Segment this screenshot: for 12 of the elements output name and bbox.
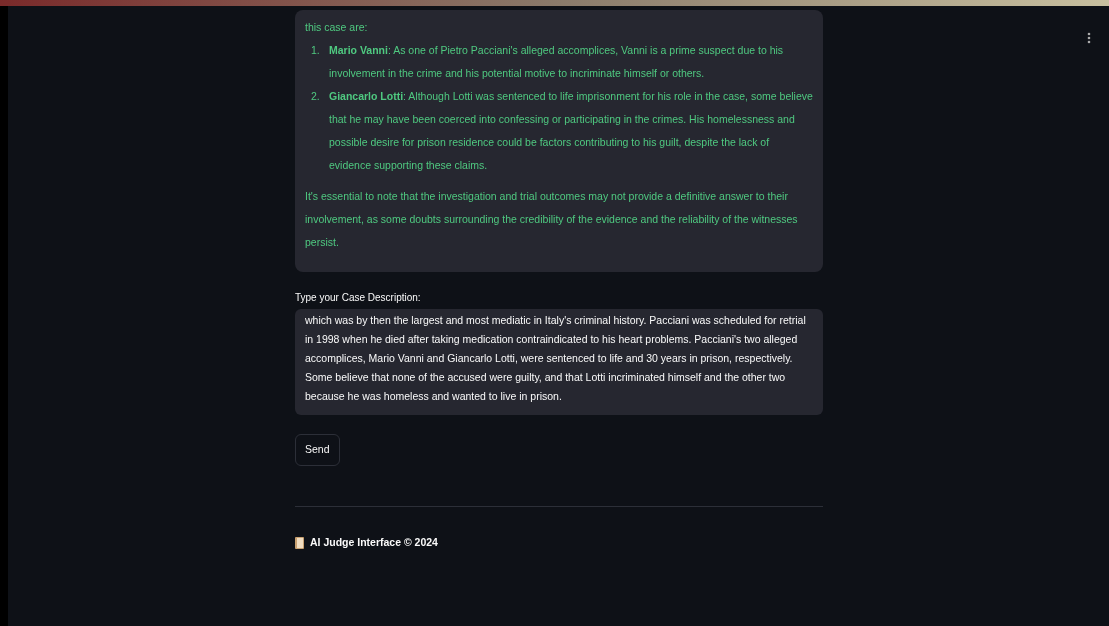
response-text: this case are:	[305, 20, 369, 35]
input-label: Type your Case Description:	[295, 291, 422, 305]
send-button[interactable]: Send	[295, 434, 340, 466]
list-number: 2.	[311, 89, 321, 104]
footer-text: AI Judge Interface © 2024	[310, 534, 438, 550]
response-text: It's essential to note that the investigation and trial outcomes may not provide a definitive answer to their involvement, as some doubts surrounding the credibility of the evidence and the reliability of the witnesses persist.	[305, 189, 799, 250]
book-icon	[295, 536, 304, 549]
list-item: Mario Vanni: As one of Pietro Pacciani's alleged accomplices, Vanni is a prime suspect due to his involvement in the crime and his potential motive to incriminate himself or others.	[329, 43, 785, 81]
list-number: 1.	[311, 43, 321, 58]
menu-icon[interactable]	[1087, 32, 1091, 44]
case-description-field[interactable]: which was by then the largest and most mediatic in Italy's criminal history. Pacciani was scheduled for retrial in 1998 when he died after taking medication contraindicated to his heart problems. Pacciani's two alleged accomplices, Mario Vanni and Giancarlo Lotti, were sentenced to life and 30 years in prison, respectively. Some believe that none of the accused were guilty, and that Lotti incriminated himself and the other two because he was homeless and wanted to live in prison.	[295, 309, 823, 415]
list-item: Giancarlo Lotti: Although Lotti was sentenced to life imprisonment for his role in the case, some believe that he may have been coerced into confessing or participating in the crimes. His homelessness and possible desire for prison residence could be factors contributing to his guilt, despite the lack of evidence supporting these claims.	[329, 89, 813, 173]
